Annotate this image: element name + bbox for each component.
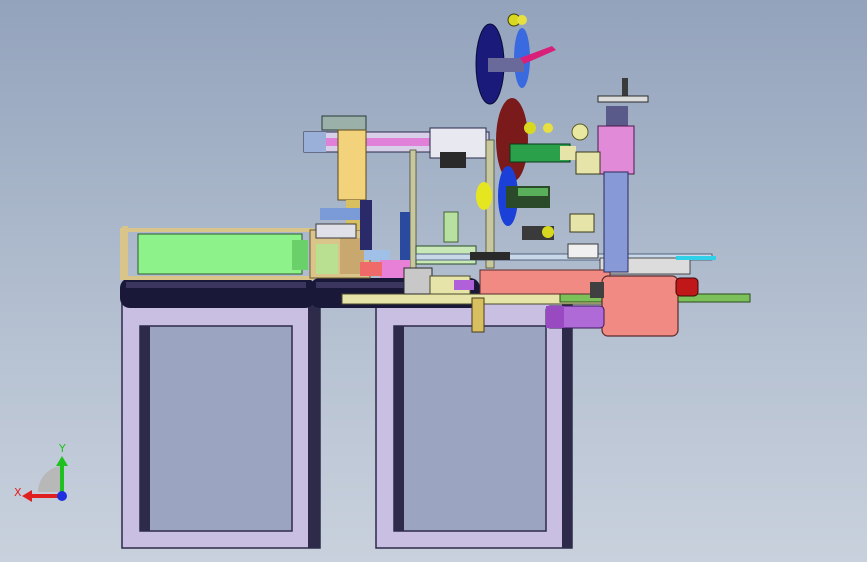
coordinate-triad bbox=[22, 456, 68, 502]
z-axis-dot bbox=[57, 491, 67, 501]
y-axis-label: Y bbox=[59, 442, 66, 455]
triad-body bbox=[22, 456, 68, 502]
x-axis-label: X bbox=[14, 486, 22, 499]
3d-viewport[interactable]: X Y bbox=[0, 0, 867, 562]
